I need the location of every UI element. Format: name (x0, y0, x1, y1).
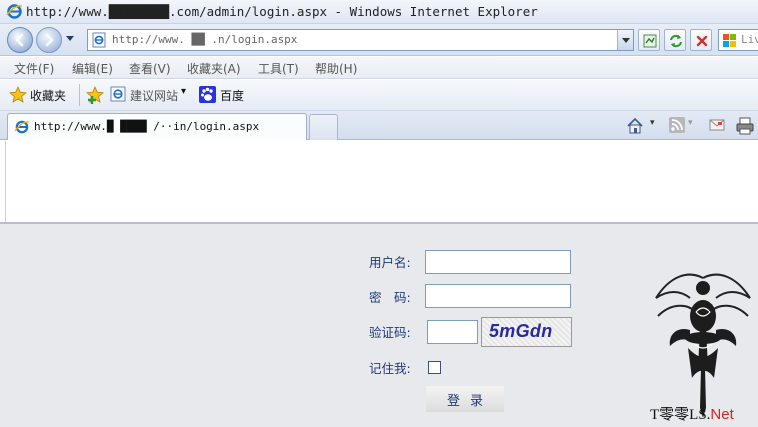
username-label: 用户名: (369, 255, 411, 270)
address-dropdown-button[interactable] (617, 30, 633, 50)
forward-button[interactable] (36, 27, 62, 53)
home-icon[interactable] (626, 117, 644, 135)
menu-bar: 文件(F) 编辑(E) 查看(V) 收藏夹(A) 工具(T) 帮助(H) (0, 57, 758, 79)
new-tab-button[interactable] (309, 114, 338, 140)
favorites-star-icon (9, 86, 27, 103)
back-button[interactable] (7, 27, 33, 53)
ie-page-icon (14, 120, 30, 134)
tab-bar: http://www.█ ████ /··in/login.aspx ▾ ▾ (0, 111, 758, 140)
captcha-image[interactable]: 5mGdn (481, 317, 572, 347)
window-title: http://www.████████.com/admin/login.aspx… (26, 4, 538, 19)
favorites-separator (79, 84, 80, 106)
add-favorites-icon[interactable] (86, 86, 104, 104)
menu-view[interactable]: 查看(V) (129, 60, 171, 77)
menu-help[interactable]: 帮助(H) (315, 60, 357, 77)
watermark-brand: T零零LS. (650, 407, 711, 423)
navigation-bar: http://www. ██ .n/login.aspx Liv (0, 24, 758, 56)
menu-edit[interactable]: 编辑(E) (72, 60, 113, 77)
arrow-right-icon (45, 33, 54, 47)
refresh-button[interactable] (664, 29, 686, 51)
compatibility-icon (643, 34, 657, 48)
baidu-paw-icon (199, 86, 216, 103)
watermark-suffix: Net (710, 406, 734, 423)
print-icon[interactable] (736, 117, 754, 135)
menu-file[interactable]: 文件(F) (14, 60, 54, 77)
address-bar[interactable]: http://www. ██ .n/login.aspx (87, 29, 634, 51)
search-box[interactable]: Liv (718, 29, 758, 51)
internet-explorer-icon (6, 4, 23, 19)
dragon-logo-image (655, 273, 751, 418)
tab-label: http://www.█ ████ /··in/login.aspx (34, 120, 260, 133)
ie-page-icon (110, 86, 126, 102)
favorites-bar: 收藏夹 建议网站 ▾ 百度 (0, 80, 758, 111)
windows-live-icon (723, 34, 736, 47)
page-content (0, 141, 758, 427)
captcha-input[interactable] (427, 320, 478, 344)
window-title-bar: http://www.████████.com/admin/login.aspx… (0, 0, 758, 24)
mail-icon[interactable] (709, 117, 725, 133)
remember-checkbox[interactable] (428, 361, 441, 374)
menu-favorites[interactable]: 收藏夹(A) (187, 60, 241, 77)
login-button[interactable]: 登录 (426, 386, 504, 412)
page-icon (92, 32, 106, 48)
page-header-area (5, 141, 758, 223)
suggested-sites-link[interactable]: 建议网站 (130, 87, 178, 104)
chevron-down-icon[interactable]: ▾ (181, 86, 186, 97)
search-placeholder: Liv (741, 33, 758, 46)
baidu-link[interactable]: 百度 (220, 87, 244, 104)
recent-pages-dropdown[interactable] (66, 36, 74, 41)
stop-button[interactable] (690, 29, 712, 51)
compatibility-view-button[interactable] (638, 29, 660, 51)
username-input[interactable] (425, 250, 571, 274)
arrow-left-icon (15, 33, 24, 47)
rss-feed-icon[interactable] (669, 117, 685, 133)
close-icon (696, 35, 708, 47)
refresh-icon (670, 34, 682, 48)
watermark-text: T零零LS.Net (650, 403, 734, 424)
feed-dropdown-chevron-icon[interactable]: ▾ (688, 118, 693, 128)
password-label: 密 码: (369, 290, 411, 305)
address-url: http://www. ██ .n/login.aspx (112, 33, 298, 46)
menu-tools[interactable]: 工具(T) (258, 60, 299, 77)
password-input[interactable] (425, 284, 571, 308)
remember-label: 记住我: (369, 361, 411, 376)
tab-login-page[interactable]: http://www.█ ████ /··in/login.aspx (7, 113, 307, 140)
home-dropdown-chevron-icon[interactable]: ▾ (650, 118, 655, 128)
favorites-button[interactable]: 收藏夹 (30, 87, 66, 104)
captcha-text: 5mGdn (489, 321, 553, 341)
captcha-label: 验证码: (369, 325, 411, 340)
